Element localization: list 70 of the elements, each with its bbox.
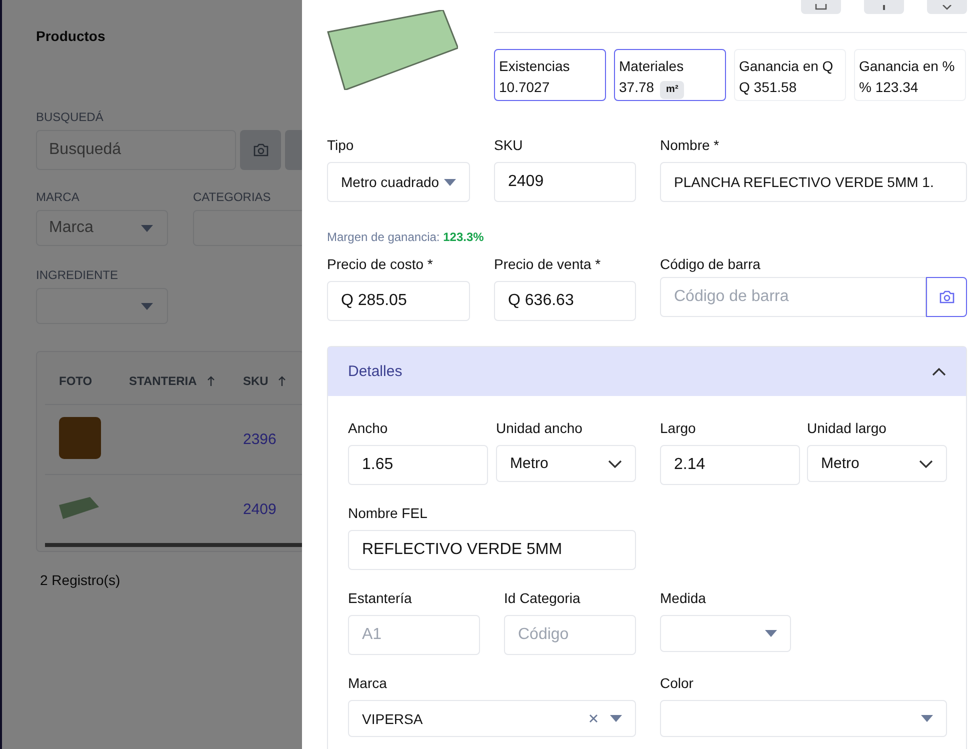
unit-badge: m² <box>660 81 684 99</box>
field-label: Tipo <box>327 137 355 154</box>
field-label: Marca <box>348 675 388 692</box>
stat-label: Ganancia en % <box>859 57 956 76</box>
text-field[interactable]: REFLECTIVO VERDE 5MM <box>348 530 636 570</box>
select-field[interactable]: Metro <box>807 445 947 482</box>
field-label: Precio de costo * <box>327 256 434 273</box>
accordion-title: Detalles <box>348 363 402 380</box>
camera-button[interactable] <box>926 277 967 317</box>
text-field[interactable] <box>193 210 302 246</box>
stat-label: Existencias <box>499 57 571 76</box>
photo-placeholder <box>59 496 99 518</box>
field-label: Estantería <box>348 590 413 607</box>
field-label: Unidad largo <box>807 420 888 437</box>
caret-icon <box>610 715 622 722</box>
stat-value: Q 351.58 <box>739 78 798 97</box>
caret-icon <box>141 224 153 232</box>
text-field[interactable]: 2409 <box>494 162 636 202</box>
caret-icon <box>444 178 456 186</box>
record-count: 2 Registro(s) <box>39 572 122 588</box>
field-label: MARCA <box>36 190 80 204</box>
field-label: CATEGORIAS <box>193 190 272 204</box>
text-field[interactable]: 1.65 <box>348 445 488 485</box>
field-label: Id Categoria <box>504 590 582 607</box>
field-label: Nombre FEL <box>348 505 428 522</box>
stat-value: 10.7027 <box>499 78 551 97</box>
field-label: SKU <box>494 137 524 154</box>
page-title: Productos <box>36 28 106 44</box>
stat-value: 37.78 m² <box>619 77 721 99</box>
camera-button[interactable] <box>240 130 281 170</box>
column-header[interactable]: SKU <box>243 374 268 388</box>
accordion-header[interactable]: Detalles <box>328 347 966 396</box>
chevron-icon <box>919 460 933 468</box>
field-label: Precio de venta * <box>494 256 602 273</box>
field-label: Unidad ancho <box>496 420 584 437</box>
select-field[interactable]: VIPERSA <box>348 700 636 737</box>
field-label: Nombre * <box>660 137 720 154</box>
field-label: Ancho <box>348 420 389 437</box>
price-field[interactable]: Q 636.63 <box>494 281 636 321</box>
field-label: Medida <box>660 590 707 607</box>
caret-icon <box>921 715 933 722</box>
caret-icon <box>141 302 153 310</box>
caret-icon <box>765 630 777 637</box>
select-field[interactable]: Metro <box>496 445 636 482</box>
select-field[interactable] <box>660 700 947 737</box>
select-field[interactable] <box>36 288 168 324</box>
field-label: Color <box>660 675 694 692</box>
column-header[interactable]: STANTERIA <box>129 374 197 388</box>
field-label: Largo <box>660 420 697 437</box>
field-label: INGREDIENTE <box>36 268 120 282</box>
column-header[interactable]: FOTO <box>59 374 92 388</box>
clear-icon[interactable] <box>589 714 598 723</box>
stat-label: Ganancia en Q <box>739 57 834 76</box>
camera-icon <box>252 143 268 157</box>
sort-arrow-icon[interactable] <box>278 376 286 386</box>
photo-placeholder <box>59 416 101 458</box>
select-field[interactable]: Metro cuadrado <box>327 162 470 202</box>
field-label: BUSQUEDÁ <box>36 110 104 124</box>
chevron-icon <box>932 368 946 376</box>
camera-icon <box>938 290 954 304</box>
field-label: Código de barra <box>660 256 762 273</box>
text-field[interactable]: 2.14 <box>660 445 800 485</box>
text-field[interactable]: PLANCHA REFLECTIVO VERDE 5MM 1. <box>660 162 967 202</box>
select-field[interactable] <box>660 615 791 652</box>
margin-note: Margen de ganancia: 123.3% <box>327 230 485 244</box>
chevron-icon <box>608 460 622 468</box>
stat-label: Materiales <box>619 57 685 76</box>
price-field[interactable]: Q 285.05 <box>327 281 470 321</box>
stat-value: % 123.34 <box>859 78 920 97</box>
sort-arrow-icon[interactable] <box>206 376 215 386</box>
